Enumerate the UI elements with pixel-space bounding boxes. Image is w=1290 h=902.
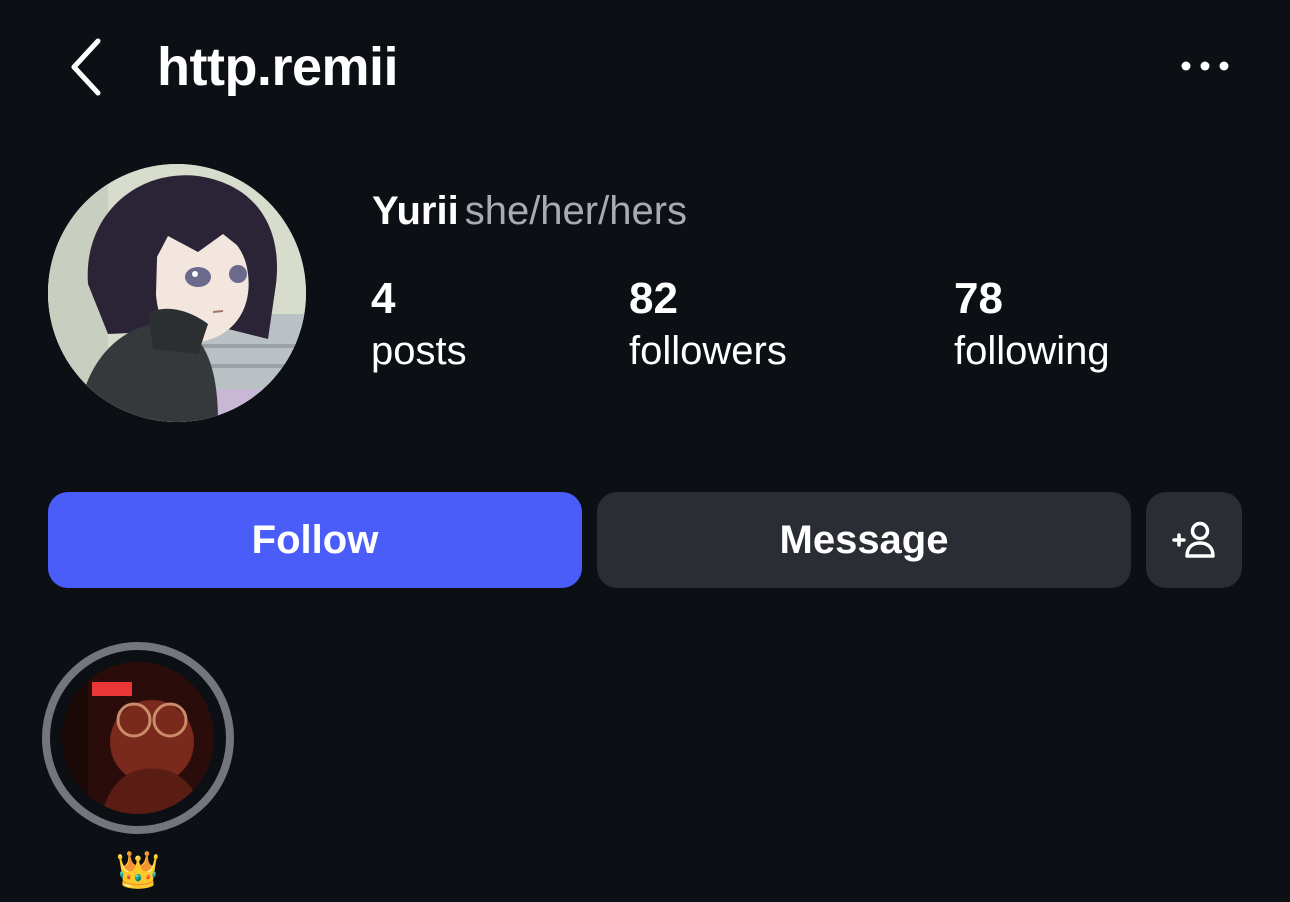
message-button[interactable]: Message [597, 492, 1131, 588]
stat-posts[interactable]: 4 posts [371, 274, 467, 376]
profile-username: http.remii [157, 37, 399, 97]
followers-label: followers [629, 329, 787, 373]
posts-label: posts [371, 329, 467, 373]
more-horizontal-icon [1181, 61, 1229, 71]
profile-avatar[interactable] [48, 164, 306, 422]
posts-count: 4 [371, 274, 396, 323]
back-button[interactable] [56, 30, 116, 104]
display-name: Yurii [372, 189, 459, 233]
add-person-icon [1172, 521, 1215, 558]
pronouns: she/her/hers [464, 189, 688, 233]
follow-button[interactable]: Follow [48, 492, 582, 588]
followers-count: 82 [629, 274, 678, 323]
story-highlight[interactable] [42, 642, 234, 834]
chevron-left-icon [71, 38, 101, 96]
more-options-button[interactable] [1172, 46, 1238, 86]
stat-following[interactable]: 78 following [954, 274, 1110, 376]
following-label: following [954, 329, 1110, 373]
avatar-image [48, 164, 306, 422]
following-count: 78 [954, 274, 1003, 323]
suggested-accounts-button[interactable] [1146, 492, 1242, 588]
highlight-cover [62, 662, 214, 814]
profile-name-row: Yurii she/her/hers [372, 188, 687, 234]
highlight-label: 👑 [115, 850, 161, 891]
stat-followers[interactable]: 82 followers [629, 274, 787, 376]
